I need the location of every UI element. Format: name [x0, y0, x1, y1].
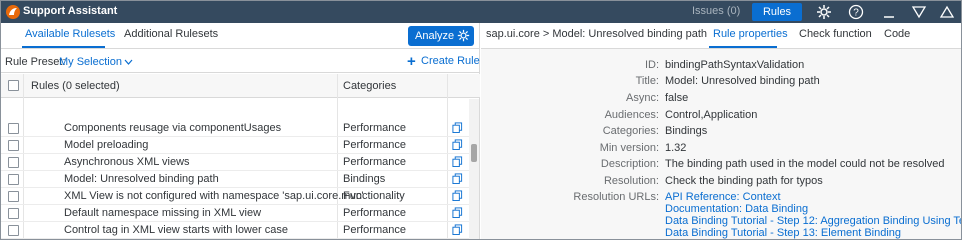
plus-icon: +	[407, 53, 416, 70]
active-tab-indicator	[22, 46, 105, 48]
expand-icon[interactable]	[939, 4, 955, 20]
rules-tab[interactable]: Rules (45)	[752, 3, 802, 36]
table-row[interactable]: Default namespace missing in XML view Pe…	[1, 205, 469, 222]
tab-rule-properties[interactable]: Rule properties	[713, 28, 788, 40]
table-scrollbar[interactable]	[469, 99, 479, 239]
rule-category: Performance	[343, 224, 406, 236]
analyze-settings-icon	[457, 29, 470, 42]
issues-tab[interactable]: Issues (0)	[692, 5, 740, 17]
rule-category: Bindings	[343, 173, 386, 185]
row-checkbox[interactable]	[8, 157, 19, 168]
property-label: Title:	[635, 75, 659, 87]
resolution-url-link[interactable]: Documentation: Data Binding	[665, 203, 808, 215]
resolution-url-link[interactable]: API Reference: Context	[665, 191, 781, 203]
svg-text:?: ?	[853, 8, 859, 19]
rules-pane: Available Rulesets Additional Rulesets A…	[1, 23, 480, 239]
rule-name: Default namespace missing in XML view	[64, 207, 262, 219]
details-header: sap.ui.core > Model: Unresolved binding …	[481, 23, 961, 49]
property-label: Min version:	[599, 142, 659, 154]
rule-category: Performance	[343, 122, 406, 134]
resolution-url-link[interactable]: Data Binding Tutorial - Step 12: Aggrega…	[665, 215, 961, 227]
collapse-icon[interactable]	[911, 4, 927, 20]
rule-name: Asynchronous XML views	[64, 156, 190, 168]
active-tab-indicator	[709, 46, 777, 48]
rule-category: Performance	[343, 207, 406, 219]
copy-icon[interactable]	[452, 173, 463, 184]
rule-preset-bar: Rule Preset: My Selection + Create Rule	[1, 51, 480, 73]
table-scrollbar-thumb[interactable]	[471, 144, 477, 162]
copy-icon[interactable]	[452, 139, 463, 150]
table-row[interactable]: Control tag in XML view starts with lowe…	[1, 222, 469, 239]
rule-name: Control tag in XML view starts with lowe…	[64, 224, 288, 236]
copy-icon[interactable]	[452, 190, 463, 201]
breadcrumb: sap.ui.core > Model: Unresolved binding …	[486, 28, 708, 40]
table-row[interactable]: Components reusage via componentUsages P…	[1, 120, 469, 137]
property-label: Description:	[600, 158, 659, 170]
property-value-title: Model: Unresolved binding path	[665, 75, 820, 87]
row-checkbox[interactable]	[8, 225, 19, 236]
property-label: Categories:	[602, 125, 659, 137]
help-icon[interactable]: ?	[848, 4, 864, 20]
rule-category: Functionality	[343, 190, 405, 202]
copy-icon[interactable]	[452, 122, 463, 133]
tab-check-function[interactable]: Check function	[799, 28, 872, 40]
row-checkbox[interactable]	[8, 123, 19, 134]
row-checkbox[interactable]	[8, 174, 19, 185]
rule-name: Components reusage via componentUsages	[64, 122, 282, 134]
property-value-resolution: Check the binding path for typos	[665, 175, 823, 187]
minimize-icon[interactable]	[881, 4, 897, 20]
support-assistant-window: Support Assistant Issues (0) Rules (45) …	[0, 0, 962, 240]
copy-icon[interactable]	[452, 156, 463, 167]
rule-name: Model: Unresolved binding path	[64, 173, 219, 185]
property-value-min-version: 1.32	[665, 142, 687, 154]
rule-name: Model preloading	[64, 139, 149, 151]
shell-bar: Support Assistant Issues (0) Rules (45) …	[1, 1, 961, 36]
rule-name: XML View is not configured with namespac…	[64, 190, 364, 202]
chevron-down-icon[interactable]	[124, 59, 133, 65]
tab-code[interactable]: Code	[884, 28, 910, 40]
rule-details-pane: sap.ui.core > Model: Unresolved binding …	[481, 23, 961, 239]
rules-table: Rules (0 selected) Categories Components…	[1, 74, 480, 239]
settings-icon[interactable]	[816, 4, 832, 20]
property-value-categories: Bindings	[665, 125, 708, 137]
property-label: Async:	[625, 92, 659, 104]
table-row[interactable]: Model: Unresolved binding path Bindings	[1, 171, 469, 188]
row-checkbox[interactable]	[8, 191, 19, 202]
analyze-button-label: Analyze	[415, 30, 455, 42]
rule-category: Performance	[343, 139, 406, 151]
rule-category: Performance	[343, 156, 406, 168]
row-checkbox[interactable]	[8, 208, 19, 219]
copy-icon[interactable]	[452, 207, 463, 218]
create-rule-label: Create Rule	[421, 55, 480, 67]
property-value-async: false	[665, 92, 689, 104]
tab-available-rulesets[interactable]: Available Rulesets	[25, 28, 115, 40]
table-row[interactable]: Asynchronous XML views Performance	[1, 154, 469, 171]
app-logo-icon	[6, 5, 20, 19]
column-header-rules[interactable]: Rules (0 selected)	[31, 80, 120, 92]
copy-icon[interactable]	[452, 224, 463, 235]
row-checkbox[interactable]	[8, 140, 19, 151]
table-header: Rules (0 selected) Categories	[1, 74, 480, 98]
table-row[interactable]: Model preloading Performance	[1, 137, 469, 154]
ruleset-tabs: Available Rulesets Additional Rulesets A…	[1, 23, 480, 49]
resolution-url-link[interactable]: Data Binding Tutorial - Step 13: Element…	[665, 227, 901, 239]
table-row[interactable]: XML View is not configured with namespac…	[1, 188, 469, 205]
property-value-audiences: Control,Application	[665, 109, 758, 121]
property-label: ID:	[644, 59, 659, 71]
analyze-button[interactable]: Analyze	[408, 26, 474, 46]
rule-preset-select[interactable]: My Selection	[59, 56, 122, 68]
property-value-description: The binding path used in the model could…	[665, 158, 945, 170]
rule-preset-label: Rule Preset:	[5, 56, 66, 68]
property-value-id: bindingPathSyntaxValidation	[665, 59, 805, 71]
property-label: Resolution URLs:	[573, 191, 659, 203]
tab-additional-rulesets[interactable]: Additional Rulesets	[124, 28, 218, 40]
property-label: Audiences:	[604, 109, 659, 121]
property-label: Resolution:	[603, 175, 659, 187]
app-title: Support Assistant	[23, 5, 118, 17]
select-all-checkbox[interactable]	[8, 80, 19, 91]
column-header-categories[interactable]: Categories	[343, 80, 396, 92]
